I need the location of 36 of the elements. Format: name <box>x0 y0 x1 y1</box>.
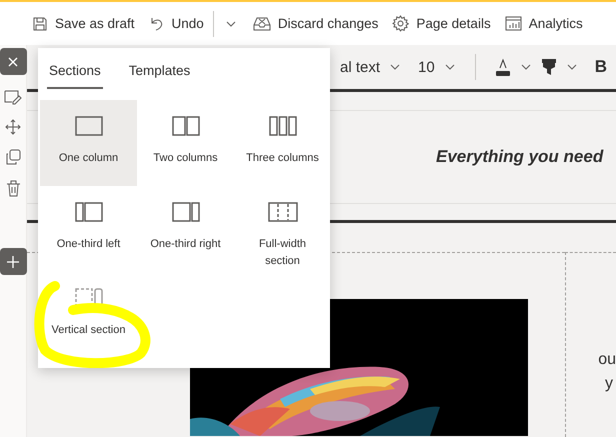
settings-button[interactable]: Page details <box>386 11 497 36</box>
undo-icon <box>148 16 165 32</box>
column-layout-icon <box>266 200 300 224</box>
layout-option[interactable]: Three columns <box>234 100 331 186</box>
close-icon <box>7 56 19 68</box>
plus-icon <box>6 254 20 268</box>
undo-button[interactable]: Undo <box>142 12 210 36</box>
close-button[interactable] <box>0 48 26 75</box>
layout-option[interactable]: Two columns <box>137 100 234 186</box>
tab[interactable]: Templates <box>126 61 192 89</box>
bold-button[interactable]: B <box>594 57 607 77</box>
highlighter-icon[interactable] <box>540 58 557 76</box>
trash-icon[interactable] <box>6 180 20 197</box>
font-color-icon[interactable] <box>494 58 511 76</box>
layout-option[interactable]: One column <box>40 100 137 186</box>
tab[interactable]: Sections <box>47 61 103 89</box>
layout-option[interactable]: Full-width section <box>234 186 331 272</box>
save-icon <box>32 16 48 32</box>
copy-icon[interactable] <box>5 149 21 166</box>
settings-icon <box>392 15 410 32</box>
body-text: ou <box>598 351 616 369</box>
font-size-dropdown[interactable]: 10 <box>418 58 435 76</box>
edit-icon[interactable] <box>4 89 22 105</box>
move-icon[interactable] <box>5 119 21 135</box>
analytics-button[interactable]: Analytics <box>498 12 589 35</box>
save-button[interactable]: Save as draft <box>26 12 141 36</box>
discard-button[interactable]: Discard changes <box>246 12 384 36</box>
chart-icon <box>504 16 522 31</box>
page-heading: Everything you need <box>436 147 604 167</box>
layout-option[interactable]: One-third right <box>137 186 234 272</box>
layout-option[interactable]: One-third left <box>40 186 137 272</box>
body-text: y <box>605 375 613 393</box>
tray-icon <box>252 16 271 32</box>
layout-option[interactable]: Vertical section <box>40 272 137 358</box>
text-style-dropdown[interactable]: al text <box>340 58 380 76</box>
add-section-button[interactable] <box>0 248 26 275</box>
